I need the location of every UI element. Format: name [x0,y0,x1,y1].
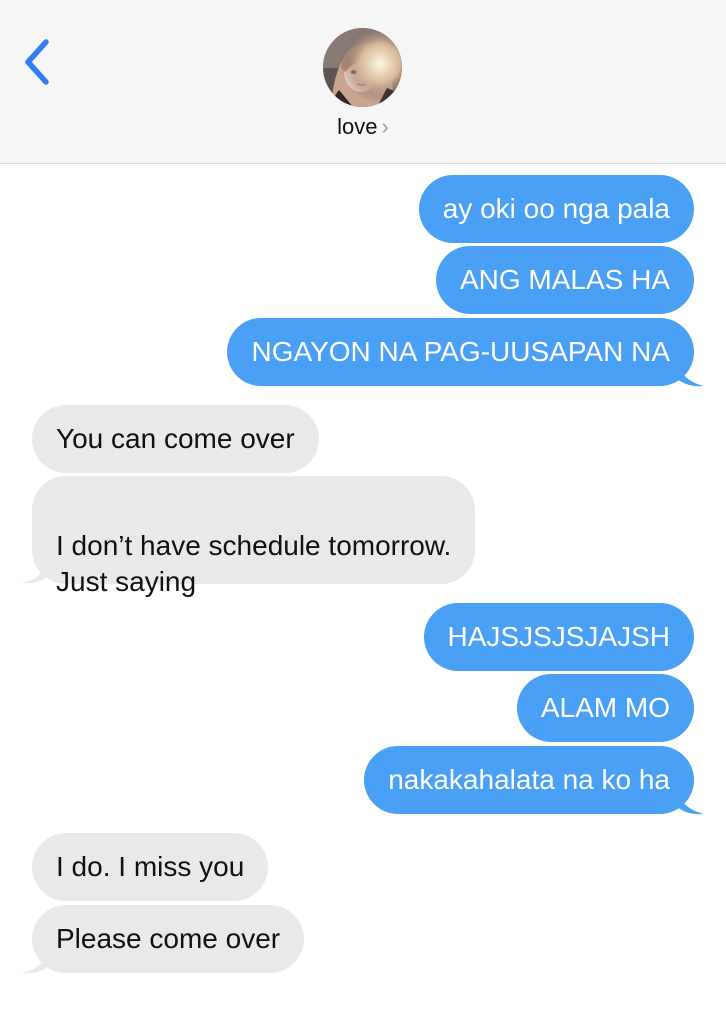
contact-avatar[interactable] [323,28,402,107]
message-bubble-received[interactable]: Please come over [32,905,305,973]
message-thread[interactable]: ay oki oo nga pala ANG MALAS HA NGAYON N… [0,164,726,1024]
avatar-photo [323,28,402,107]
conversation-header: love › [0,0,726,164]
message-text: I do. I miss you [56,851,245,882]
message-text: You can come over [56,423,295,454]
sent-bubble-tail [676,360,704,387]
message-text: ANG MALAS HA [459,264,670,295]
message-text: HAJSJSJSJAJSH [447,621,671,652]
message-text: I don’t have schedule tomorrow. Just say… [56,530,452,597]
message-bubble-received[interactable]: I do. I miss you [32,833,269,901]
message-bubble-sent[interactable]: HAJSJSJSJAJSH [423,603,694,671]
contact-name-button[interactable]: love › [0,114,726,140]
message-bubble-received[interactable]: You can come over [32,405,319,473]
message-text: Please come over [56,923,281,954]
message-text: nakakahalata na ko ha [388,764,670,795]
message-bubble-sent[interactable]: ay oki oo nga pala [418,175,694,243]
message-text: NGAYON NA PAG-UUSAPAN NA [251,336,670,367]
contact-name: love [337,114,378,139]
message-bubble-sent[interactable]: nakakahalata na ko ha [364,746,694,814]
back-button[interactable] [18,36,58,88]
chevron-left-icon [25,39,49,85]
received-bubble-tail [22,947,50,974]
sent-bubble-tail [676,788,704,815]
message-text: ALAM MO [540,692,670,723]
chevron-right-icon: › [381,114,389,139]
received-bubble-tail [22,557,50,584]
message-bubble-sent[interactable]: NGAYON NA PAG-UUSAPAN NA [227,318,694,386]
message-text: ay oki oo nga pala [442,193,670,224]
message-bubble-received[interactable]: I don’t have schedule tomorrow. Just say… [32,476,476,597]
message-bubble-sent[interactable]: ALAM MO [516,674,694,742]
message-bubble-sent[interactable]: ANG MALAS HA [435,246,694,314]
